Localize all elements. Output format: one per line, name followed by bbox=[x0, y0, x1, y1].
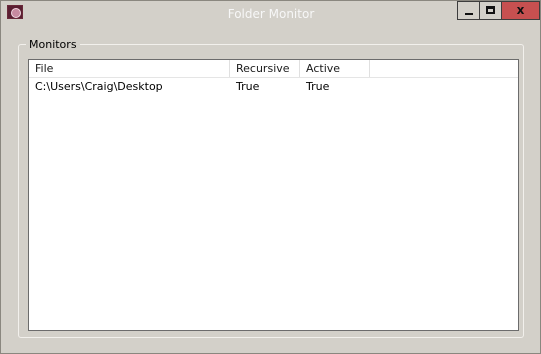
list-header: File Recursive Active bbox=[29, 60, 518, 78]
column-header-file[interactable]: File bbox=[29, 60, 230, 77]
monitors-group-label: Monitors bbox=[26, 38, 80, 51]
maximize-button[interactable] bbox=[479, 1, 502, 20]
file-cell: C:\Users\Craig\Desktop bbox=[35, 80, 163, 93]
recursive-cell: True bbox=[236, 80, 260, 93]
minimize-icon bbox=[465, 13, 473, 15]
column-header-recursive[interactable]: Recursive bbox=[230, 60, 300, 77]
window-title: Folder Monitor bbox=[227, 7, 315, 21]
app-icon[interactable] bbox=[7, 5, 23, 19]
title-bar[interactable]: Folder Monitor x bbox=[1, 1, 540, 26]
folder-monitor-window: Folder Monitor x Monitors File Recursive… bbox=[0, 0, 541, 354]
close-button[interactable]: x bbox=[501, 1, 540, 20]
close-icon: x bbox=[516, 3, 525, 17]
minimize-button[interactable] bbox=[457, 1, 480, 20]
table-row[interactable]: C:\Users\Craig\Desktop True True bbox=[29, 79, 518, 95]
monitors-list-view[interactable]: File Recursive Active C:\Users\Craig\Des… bbox=[28, 59, 519, 331]
active-cell: True bbox=[306, 80, 330, 93]
column-header-active[interactable]: Active bbox=[300, 60, 370, 77]
maximize-icon bbox=[486, 6, 495, 14]
